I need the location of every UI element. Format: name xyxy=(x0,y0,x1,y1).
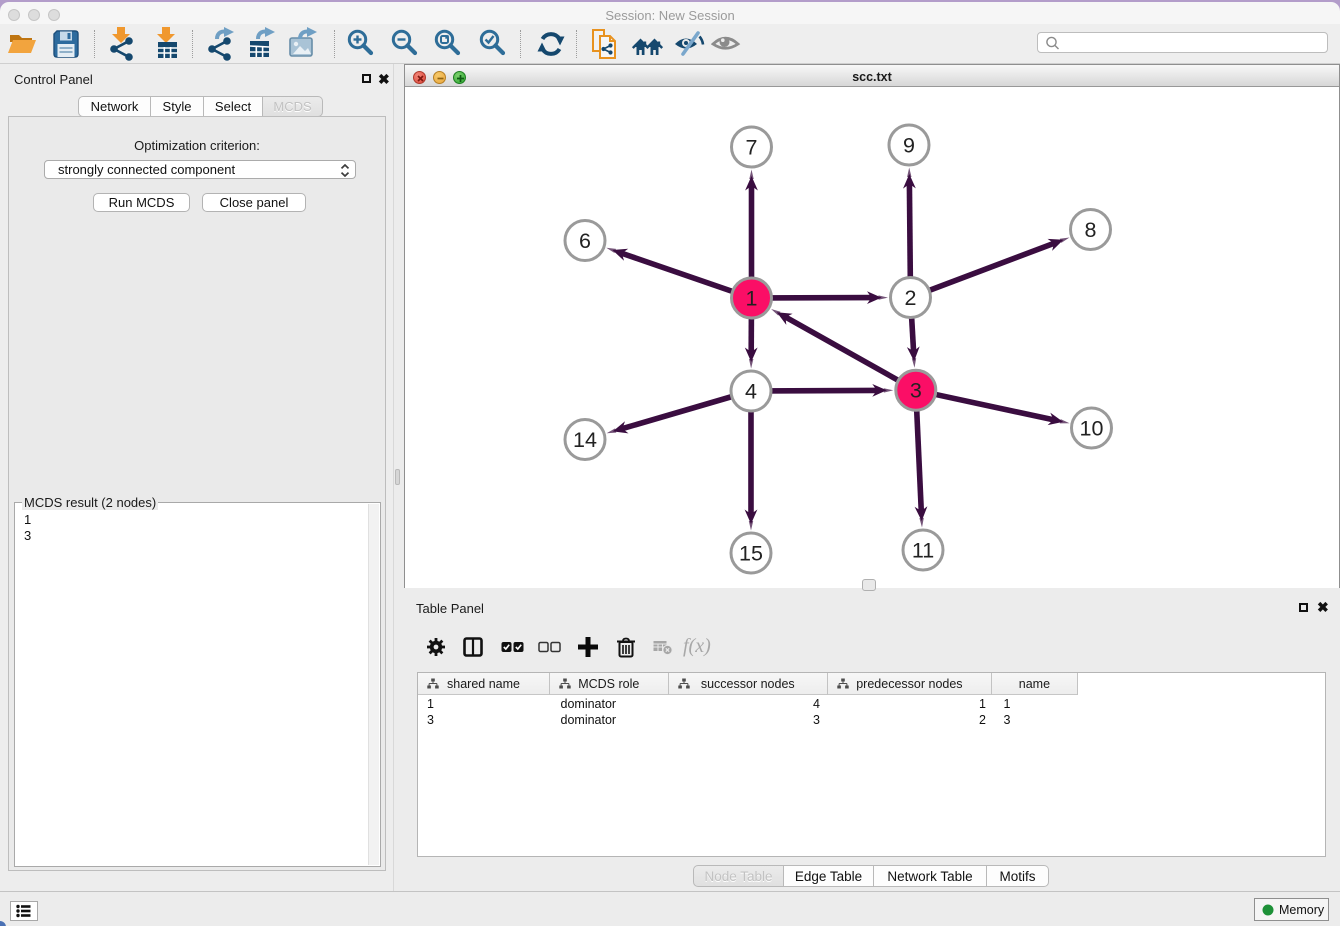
svg-text:3: 3 xyxy=(910,379,922,403)
svg-text:2: 2 xyxy=(905,286,917,310)
svg-text:8: 8 xyxy=(1085,218,1097,242)
svg-text:4: 4 xyxy=(745,380,757,404)
svg-text:7: 7 xyxy=(746,136,758,160)
svg-text:11: 11 xyxy=(912,539,934,563)
svg-text:14: 14 xyxy=(573,428,597,452)
svg-text:f(x): f(x) xyxy=(683,636,711,657)
svg-text:15: 15 xyxy=(739,542,763,566)
svg-text:10: 10 xyxy=(1080,417,1104,441)
svg-text:9: 9 xyxy=(903,134,915,158)
svg-text:6: 6 xyxy=(579,229,591,253)
svg-text:1: 1 xyxy=(746,287,758,311)
